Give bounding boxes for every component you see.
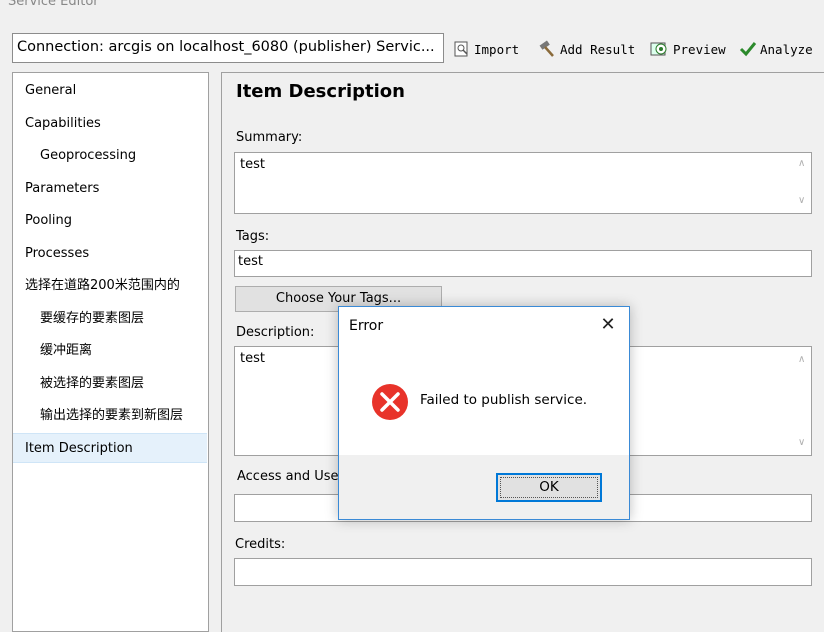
preview-icon xyxy=(650,42,667,56)
sidebar-item-pooling[interactable]: Pooling xyxy=(13,206,207,236)
credits-field[interactable] xyxy=(234,558,812,586)
scroll-up-icon[interactable]: ∧ xyxy=(798,355,807,365)
summary-label: Summary: xyxy=(236,130,303,145)
scroll-down-icon[interactable]: ∨ xyxy=(798,196,807,206)
summary-value: test xyxy=(240,157,265,172)
checkmark-icon xyxy=(739,42,757,57)
dialog-footer: OK xyxy=(339,455,629,519)
error-dialog: Error ✕ Failed to publish service. OK xyxy=(338,306,630,520)
page-title: Item Description xyxy=(236,81,405,102)
add-result-label: Add Result xyxy=(560,41,636,57)
analyze-label: Analyze xyxy=(760,41,813,57)
sidebar-item-general[interactable]: General xyxy=(13,76,207,106)
dialog-title: Error xyxy=(349,318,384,334)
sidebar-item-tool[interactable]: 选择在道路200米范围内的 xyxy=(13,271,207,301)
analyze-button[interactable]: Analyze xyxy=(739,39,813,59)
sidebar-item-param-output-layer[interactable]: 输出选择的要素到新图层 xyxy=(13,401,207,431)
import-button[interactable]: Import xyxy=(453,39,519,59)
sidebar-item-item-description[interactable]: Item Description xyxy=(13,433,207,463)
sidebar-item-param-buffer-distance[interactable]: 缓冲距离 xyxy=(13,336,207,366)
scroll-up-icon[interactable]: ∧ xyxy=(798,159,807,169)
description-scrollbar[interactable]: ∧ ∨ xyxy=(794,347,811,455)
sidebar-item-capabilities[interactable]: Capabilities xyxy=(13,109,207,139)
sidebar-item-processes[interactable]: Processes xyxy=(13,239,207,269)
credits-label: Credits: xyxy=(235,537,286,552)
dialog-message: Failed to publish service. xyxy=(420,392,588,408)
preview-button[interactable]: Preview xyxy=(650,39,726,59)
access-label: Access and Use C xyxy=(237,469,352,484)
import-icon xyxy=(454,41,468,57)
summary-field[interactable]: test ∧ ∨ xyxy=(234,152,812,214)
window-title: Service Editor xyxy=(8,0,99,9)
description-value: test xyxy=(240,351,265,366)
close-icon[interactable]: ✕ xyxy=(599,316,617,334)
preview-label: Preview xyxy=(673,41,726,57)
hammer-icon xyxy=(539,40,554,57)
sidebar-item-param-input-layer[interactable]: 要缓存的要素图层 xyxy=(13,304,207,334)
tags-field[interactable]: test xyxy=(234,250,812,277)
description-label: Description: xyxy=(236,325,315,340)
sidebar-item-parameters[interactable]: Parameters xyxy=(13,174,207,204)
import-label: Import xyxy=(474,41,520,57)
summary-scrollbar[interactable]: ∧ ∨ xyxy=(794,153,811,213)
scroll-down-icon[interactable]: ∨ xyxy=(798,438,807,448)
sidebar: General Capabilities Geoprocessing Param… xyxy=(12,72,209,632)
add-result-button[interactable]: Add Result xyxy=(537,39,635,59)
sidebar-item-param-selected-layer[interactable]: 被选择的要素图层 xyxy=(13,369,207,399)
tags-label: Tags: xyxy=(236,229,270,244)
connection-field[interactable]: Connection: arcgis on localhost_6080 (pu… xyxy=(12,33,444,63)
sidebar-item-geoprocessing[interactable]: Geoprocessing xyxy=(13,141,207,171)
ok-button[interactable]: OK xyxy=(496,473,602,502)
error-icon xyxy=(372,384,408,420)
dialog-body: Failed to publish service. xyxy=(339,347,629,455)
